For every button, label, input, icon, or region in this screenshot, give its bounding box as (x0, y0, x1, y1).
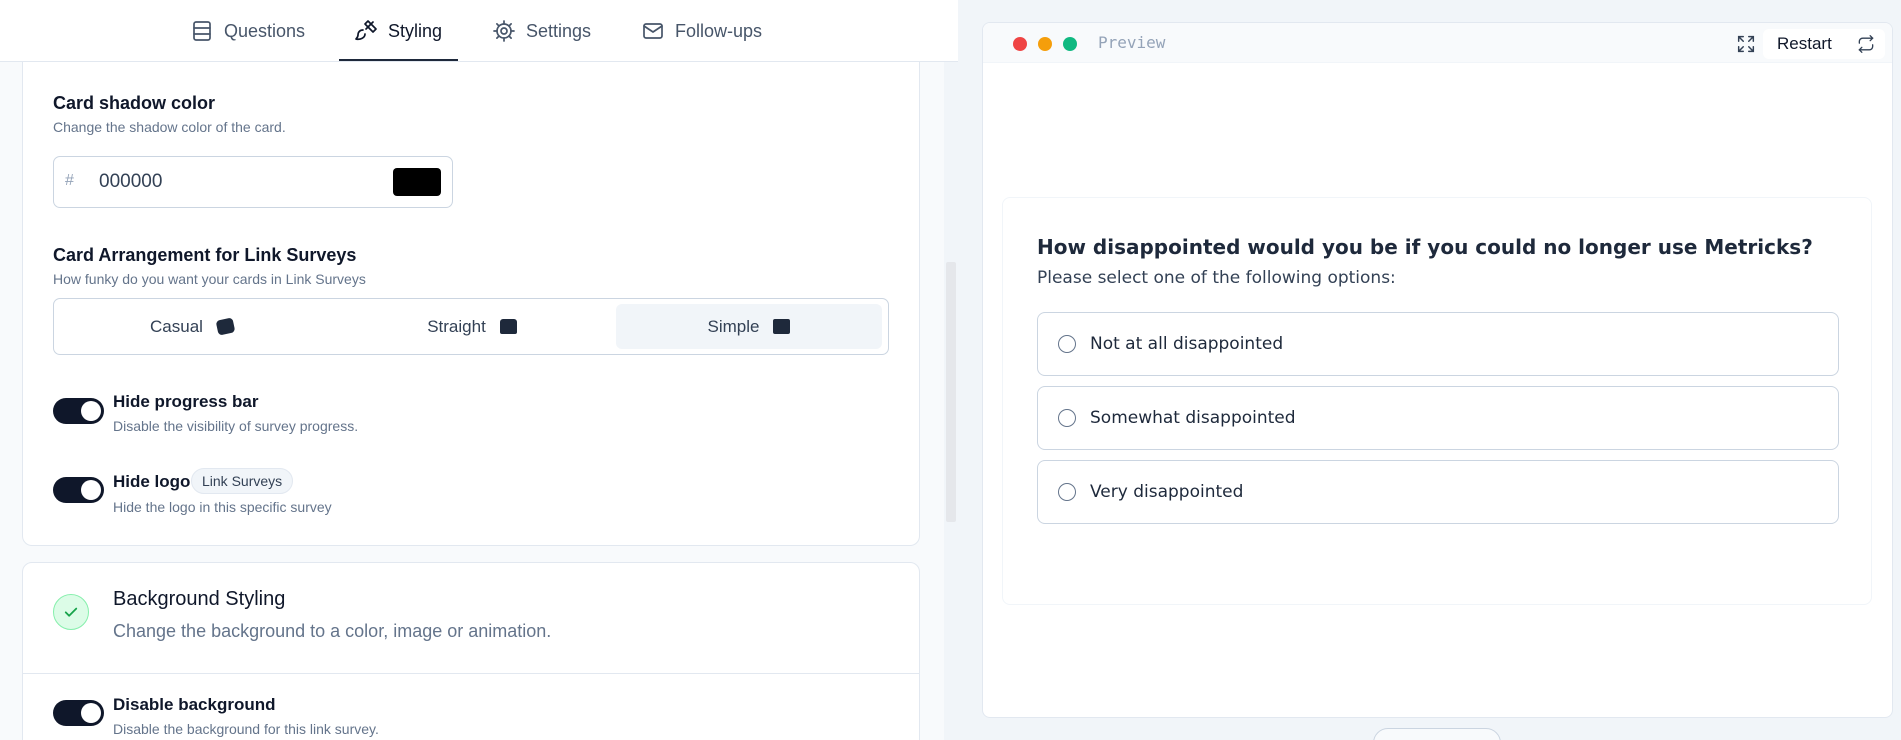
section-divider (23, 673, 920, 674)
disable-background-title: Disable background (113, 695, 276, 714)
minimize-dot-icon (1038, 37, 1052, 51)
tab-label: Settings (526, 20, 592, 41)
answer-option-label: Very disappointed (1090, 482, 1244, 502)
card-styling-section (22, 40, 920, 546)
straight-card-icon (499, 319, 517, 334)
card-shadow-title: Card shadow color (53, 93, 216, 113)
arrangement-option-label: Casual (150, 316, 203, 336)
hide-logo-description: Hide the logo in this specific survey (113, 499, 332, 515)
mail-icon (643, 23, 663, 39)
answer-option-label: Somewhat disappointed (1090, 408, 1296, 428)
disable-background-description: Disable the background for this link sur… (113, 721, 379, 737)
active-tab-indicator (339, 59, 458, 61)
expand-icon[interactable] (1735, 33, 1757, 55)
answer-option[interactable]: Not at all disappointed (1037, 312, 1839, 376)
preview-label: Preview (1098, 33, 1166, 52)
tab-label: Questions (224, 20, 306, 41)
toggle-knob (81, 480, 101, 500)
disable-background-toggle[interactable] (53, 700, 104, 726)
editor-tab-bar: Questions Styling Settings Follow-ups (0, 0, 958, 62)
radio-button[interactable] (1058, 409, 1076, 427)
arrangement-option-label: Simple (707, 316, 760, 336)
answer-option-label: Not at all disappointed (1090, 334, 1284, 354)
arrangement-option-casual[interactable]: Casual (59, 304, 325, 349)
answer-option[interactable]: Somewhat disappointed (1037, 386, 1839, 450)
card-arrangement-title: Card Arrangement for Link Surveys (53, 245, 357, 265)
restart-label: Restart (1777, 34, 1832, 53)
maximize-dot-icon (1063, 37, 1077, 51)
card-arrangement-selector: Casual Straight Simple (53, 298, 889, 355)
editor-pane: Card shadow color Change the shadow colo… (0, 0, 958, 740)
card-arrangement-description: How funky do you want your cards in Link… (53, 271, 366, 287)
restart-button[interactable]: Restart (1763, 29, 1885, 59)
hide-progress-title: Hide progress bar (113, 392, 259, 411)
paintbrush-icon (355, 20, 377, 41)
arrangement-option-label: Straight (427, 316, 486, 336)
hide-progress-toggle[interactable] (53, 398, 104, 424)
question-subheader: Please select one of the following optio… (1037, 268, 1396, 288)
link-surveys-badge: Link Surveys (191, 468, 294, 494)
gear-icon (493, 20, 515, 42)
toggle-knob (81, 703, 101, 723)
toggle-knob (81, 401, 101, 421)
hide-logo-toggle[interactable] (53, 477, 104, 503)
simple-card-icon (773, 319, 791, 334)
tab-follow-ups[interactable]: Follow-ups (641, 0, 762, 62)
tab-questions[interactable]: Questions (190, 0, 305, 62)
preview-window: Preview Restart How disappointed would y… (982, 22, 1893, 718)
background-styling-description: Change the background to a color, image … (113, 621, 552, 641)
preview-window-bar: Preview Restart (983, 23, 1892, 63)
close-dot-icon (1013, 37, 1027, 51)
hide-logo-title: Hide logo (113, 472, 191, 491)
answer-option[interactable]: Very disappointed (1037, 460, 1839, 524)
card-shadow-color-input[interactable] (99, 171, 319, 193)
preview-mode-switch[interactable] (1373, 728, 1501, 740)
tab-styling[interactable]: Styling (354, 0, 442, 62)
check-circle-icon (53, 594, 89, 630)
background-styling-title[interactable]: Background Styling (113, 588, 285, 611)
radio-button[interactable] (1058, 483, 1076, 501)
arrangement-option-simple[interactable]: Simple (616, 304, 882, 349)
radio-button[interactable] (1058, 335, 1076, 353)
arrangement-option-straight[interactable]: Straight (339, 304, 605, 349)
casual-card-icon (215, 317, 236, 336)
card-shadow-description: Change the shadow color of the card. (53, 119, 286, 135)
tab-label: Follow-ups (675, 20, 763, 41)
tab-settings[interactable]: Settings (492, 0, 591, 62)
card-shadow-color-field[interactable]: # (53, 156, 453, 208)
tab-label: Styling (388, 20, 443, 41)
questions-icon (193, 21, 211, 41)
question-headline: How disappointed would you be if you cou… (1037, 235, 1813, 259)
hash-prefix: # (65, 172, 74, 189)
color-swatch[interactable] (393, 168, 441, 196)
scrollbar-thumb[interactable] (946, 262, 956, 522)
hide-progress-description: Disable the visibility of survey progres… (113, 418, 359, 434)
restart-icon (1858, 35, 1874, 53)
